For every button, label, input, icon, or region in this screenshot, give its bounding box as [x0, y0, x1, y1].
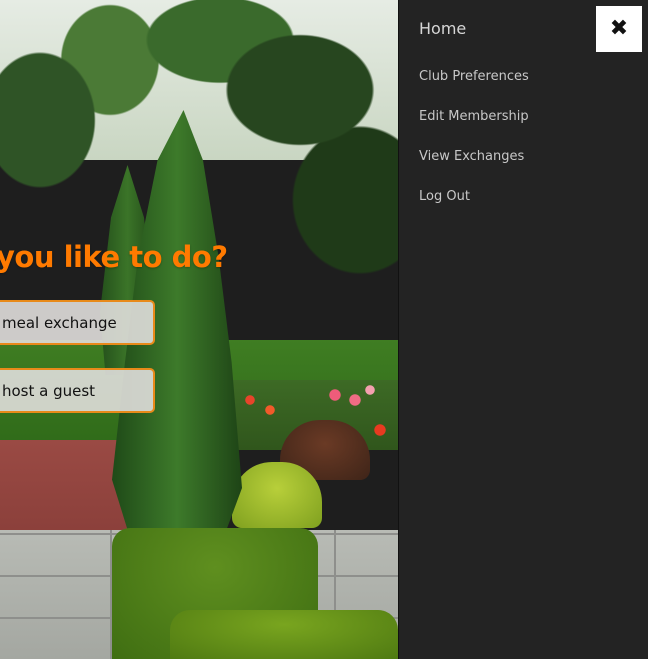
menu-item-view-exchanges[interactable]: View Exchanges [419, 149, 524, 164]
question-heading: you like to do? [0, 240, 228, 274]
close-menu-button[interactable]: ✖ [596, 6, 642, 52]
side-menu: Home Club Preferences Edit Membership Vi… [398, 0, 648, 659]
menu-item-club-preferences[interactable]: Club Preferences [419, 69, 529, 84]
yellow-shrub [232, 462, 322, 528]
host-guest-label: host a guest [2, 381, 96, 400]
meal-exchange-button[interactable]: meal exchange [0, 300, 155, 345]
front-hedge [170, 610, 398, 659]
host-guest-button[interactable]: host a guest [0, 368, 155, 413]
menu-item-edit-membership[interactable]: Edit Membership [419, 109, 529, 124]
meal-exchange-label: meal exchange [2, 313, 117, 332]
close-icon: ✖ [609, 16, 629, 41]
menu-item-home[interactable]: Home [419, 19, 466, 38]
menu-item-log-out[interactable]: Log Out [419, 189, 470, 204]
